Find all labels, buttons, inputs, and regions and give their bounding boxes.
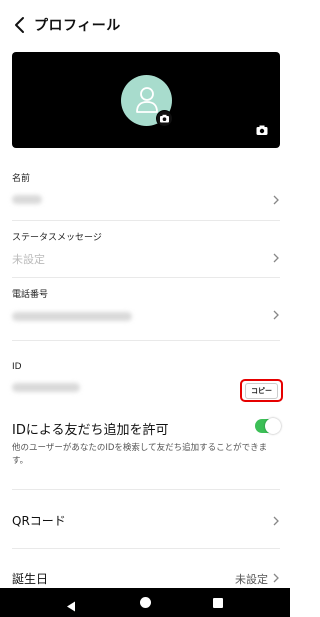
allow-add-by-id-description: 他のユーザーがあなたのIDを検索して友だち追加することができます。 [12,443,268,466]
chevron-right-icon[interactable] [272,310,280,320]
qr-code-label[interactable]: QRコード [12,512,66,529]
id-label: ID [12,362,22,372]
divider [12,277,280,278]
birthday-label[interactable]: 誕生日 [12,570,48,587]
allow-add-by-id-toggle[interactable] [255,418,281,434]
system-navigation-bar [0,588,290,617]
camera-icon [256,125,268,135]
cover-camera-button[interactable] [255,124,269,136]
divider [12,220,280,221]
divider [12,340,280,341]
name-value-redacted [12,195,42,204]
camera-icon [160,114,169,123]
person-outline-icon [136,87,158,113]
nav-back-icon[interactable] [66,597,76,616]
allow-add-by-id-title: IDによる友だち追加を許可 [12,423,169,438]
copy-button[interactable]: コピー [245,382,278,399]
toggle-knob [265,418,281,434]
phone-label: 電話番号 [12,290,49,300]
nav-home-icon[interactable] [140,597,151,608]
status-message-value[interactable]: 未設定 [12,251,45,267]
copy-id-highlight: コピー [240,379,283,402]
divider [12,489,280,490]
name-label: 名前 [12,174,31,184]
chevron-right-icon[interactable] [272,573,280,583]
chevron-right-icon[interactable] [272,195,280,205]
nav-recent-icon[interactable] [213,598,223,608]
chevron-right-icon[interactable] [272,253,280,263]
birthday-value: 未設定 [235,573,268,586]
phone-value-redacted [12,312,132,321]
status-message-label: ステータスメッセージ [12,233,102,243]
header: プロフィール [0,0,290,50]
chevron-left-icon[interactable] [12,16,28,34]
page-title: プロフィール [34,18,121,34]
chevron-right-icon[interactable] [272,516,280,526]
divider [12,548,280,549]
avatar-camera-button[interactable] [156,110,173,127]
id-value-redacted [12,383,80,392]
